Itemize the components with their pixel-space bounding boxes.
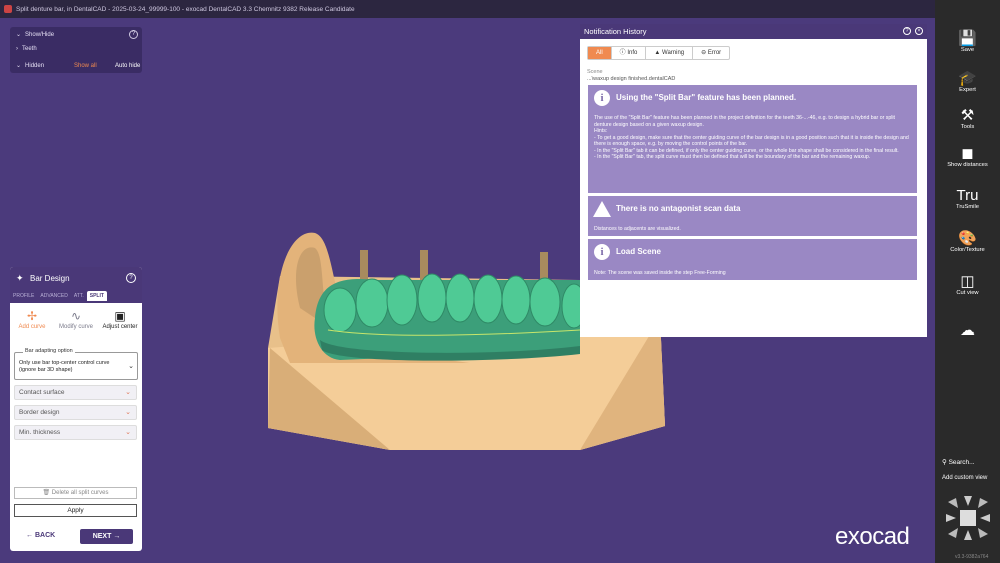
border-design-dropdown[interactable]: Border design ⌄ <box>14 405 137 420</box>
arrow-right-icon: → <box>113 533 121 540</box>
scene-path: ...\waxup design finished.dentalCAD <box>587 76 676 82</box>
message-body: Note: The scene was saved inside the ste… <box>594 270 726 276</box>
arrow-left-icon: ← <box>26 532 33 539</box>
message-title: There is no antagonist scan data <box>616 204 741 213</box>
info-icon: i <box>594 90 610 106</box>
cut-view-icon: ◫ <box>960 273 975 290</box>
next-button[interactable]: NEXT → <box>80 529 133 544</box>
help-icon[interactable]: ? <box>903 27 911 35</box>
filter-error[interactable]: ⊖ Error <box>693 47 729 59</box>
message-title: Load Scene <box>616 247 661 256</box>
trusmile-button[interactable]: Tru TruSmile <box>935 187 1000 210</box>
bar-adapting-select[interactable]: Bar adapting option Only use bar top-cen… <box>14 348 138 380</box>
help-icon[interactable]: ? <box>126 273 136 283</box>
bar-design-panel: ✦ Bar Design ? PROFILE ADVANCED ATT. SPL… <box>10 267 142 551</box>
view-cube[interactable] <box>942 492 994 544</box>
exocad-logo: exocad <box>835 523 910 550</box>
close-icon[interactable]: × <box>915 27 923 35</box>
bar-adapting-value: Only use bar top-center control curve (i… <box>19 360 110 373</box>
message-body: Distances to adjacents are visualized. <box>594 226 681 232</box>
teeth-toggle[interactable]: › Teeth <box>16 46 37 52</box>
window-title: Split denture bar, in DentalCAD - 2025-0… <box>16 5 355 13</box>
chevron-down-icon: ⌄ <box>16 63 22 69</box>
tab-split[interactable]: SPLIT <box>86 291 107 301</box>
show-distances-button[interactable]: ◼ Show distances <box>935 145 1000 168</box>
cut-view-button[interactable]: ◫ Cut view <box>935 273 1000 296</box>
show-hide-header[interactable]: ⌄ Show/Hide <box>16 31 54 39</box>
tooth-distance-icon: ◼ <box>961 145 974 162</box>
cloud-button[interactable]: ☁ <box>935 322 1000 339</box>
notification-title: Notification History <box>584 27 647 36</box>
bar-design-header: ✦ Bar Design ? PROFILE ADVANCED ATT. SPL… <box>10 267 142 303</box>
graduation-cap-icon: 🎓 <box>958 70 977 87</box>
show-all-link[interactable]: Show all <box>74 63 97 69</box>
tools-button[interactable]: ⚒ Tools <box>935 107 1000 130</box>
auto-hide-link[interactable]: Auto hide <box>115 63 140 69</box>
min-thickness-dropdown[interactable]: Min. thickness ⌄ <box>14 425 137 440</box>
trusmile-icon: Tru <box>956 187 979 204</box>
filter-all[interactable]: All <box>588 47 612 59</box>
chevron-down-icon: ⌄ <box>125 429 131 436</box>
expert-button[interactable]: 🎓 Expert <box>935 70 1000 93</box>
notification-history-panel: Notification History ? × All ⓘ Info ▲ Wa… <box>580 24 927 337</box>
chevron-right-icon: › <box>16 46 18 52</box>
message-body: The use of the "Split Bar" feature has b… <box>594 115 909 160</box>
save-icon: 💾 <box>958 30 977 47</box>
chevron-down-icon: ⌄ <box>16 32 22 38</box>
chevron-down-icon: ⌄ <box>125 409 131 416</box>
modify-curve-icon: ∿ <box>70 309 82 323</box>
contact-surface-dropdown[interactable]: Contact surface ⌄ <box>14 385 137 400</box>
scene-label: Scene <box>587 69 603 75</box>
bar-adapting-legend: Bar adapting option <box>23 348 75 354</box>
tab-advanced[interactable]: ADVANCED <box>37 291 70 301</box>
title-bar: Split denture bar, in DentalCAD - 2025-0… <box>0 0 1000 18</box>
notification-message: There is no antagonist scan data Distanc… <box>587 195 918 237</box>
right-toolbar: 💾 Save 🎓 Expert ⚒ Tools ◼ Show distances… <box>935 0 1000 563</box>
filter-info[interactable]: ⓘ Info <box>612 47 647 59</box>
magic-wand-icon: ✦ <box>16 273 24 283</box>
error-icon: ⊖ <box>701 50 707 56</box>
notification-filters: All ⓘ Info ▲ Warning ⊖ Error <box>587 46 731 60</box>
add-custom-view-button[interactable]: Add custom view <box>942 475 987 481</box>
notification-message: i Using the "Split Bar" feature has been… <box>587 84 918 194</box>
color-texture-button[interactable]: 🎨 Color/Texture <box>935 230 1000 253</box>
notification-message: i Load Scene Note: The scene was saved i… <box>587 238 918 281</box>
chevron-down-icon: ⌄ <box>128 363 134 370</box>
trash-icon: 🗑 <box>42 490 51 496</box>
message-title: Using the "Split Bar" feature has been p… <box>616 93 797 102</box>
warning-icon: ▲ <box>654 50 661 56</box>
add-curve-icon: ✢ <box>26 309 38 323</box>
search-view-button[interactable]: ⚲ Search... <box>942 458 975 466</box>
palette-icon: 🎨 <box>958 230 977 247</box>
show-hide-panel: ⌄ Show/Hide ? › Teeth ⌄ Hidden Show all … <box>10 27 142 73</box>
delete-all-split-curves-button[interactable]: 🗑 Delete all split curves <box>14 487 137 499</box>
warning-icon <box>593 201 611 217</box>
add-curve-button[interactable]: ✢ Add curve <box>13 309 51 331</box>
info-icon: ⓘ <box>619 50 626 56</box>
info-icon: i <box>594 244 610 260</box>
hidden-toggle[interactable]: ⌄ Hidden <box>16 62 44 70</box>
search-icon: ⚲ <box>942 459 947 466</box>
tab-profile[interactable]: PROFILE <box>10 291 37 301</box>
tools-icon: ⚒ <box>960 107 975 124</box>
back-button[interactable]: ← BACK <box>26 532 55 539</box>
chevron-down-icon: ⌄ <box>125 389 131 396</box>
apply-button[interactable]: Apply <box>14 504 137 517</box>
filter-warning[interactable]: ▲ Warning <box>646 47 694 59</box>
version-label: v3.3-9382a764 <box>955 554 989 560</box>
app-icon <box>4 5 12 13</box>
bar-design-tabs: PROFILE ADVANCED ATT. SPLIT <box>10 291 142 301</box>
panel-title: Bar Design <box>30 274 70 283</box>
cloud-icon: ☁ <box>960 322 975 339</box>
adjust-center-button[interactable]: ▣ Adjust center <box>101 309 139 331</box>
help-icon[interactable]: ? <box>129 30 138 39</box>
tab-attachments[interactable]: ATT. <box>71 291 87 301</box>
split-tools: ✢ Add curve ∿ Modify curve ▣ Adjust cent… <box>10 309 142 331</box>
save-button[interactable]: 💾 Save <box>935 30 1000 53</box>
modify-curve-button[interactable]: ∿ Modify curve <box>57 309 95 331</box>
notification-header: Notification History ? × <box>580 24 927 39</box>
adjust-center-icon: ▣ <box>114 309 126 323</box>
